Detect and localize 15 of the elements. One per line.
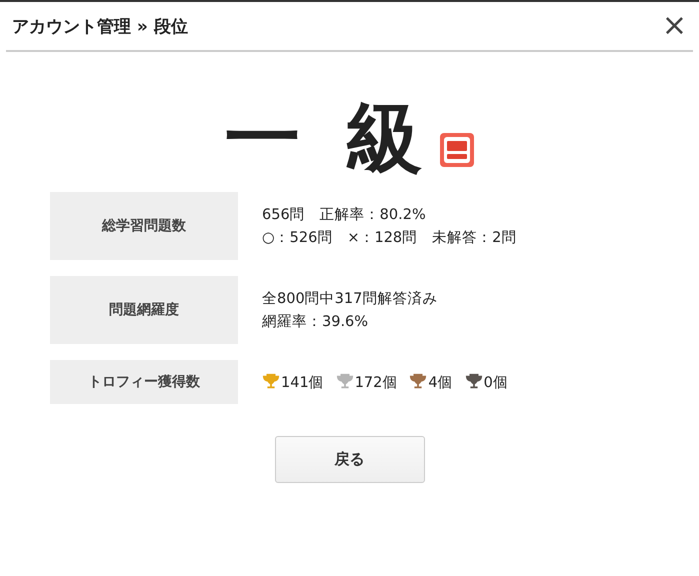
back-button[interactable]: 戻る <box>274 436 424 483</box>
trophy-count: 4個 <box>428 374 453 392</box>
trophy-count: 141個 <box>281 374 324 392</box>
row-label: 問題網羅度 <box>50 276 238 344</box>
stat-text: ○：526問 ×：128問 未解答：2問 <box>262 229 516 247</box>
close-button[interactable]: × <box>656 11 693 41</box>
trophy-count: 0個 <box>484 374 508 392</box>
trophy-count: 172個 <box>354 374 398 392</box>
stat-text: 656問 正解率：80.2% <box>262 206 427 224</box>
stat-text: 網羅率：39.6% <box>262 312 370 331</box>
stat-text: 全800問中317問解答済み <box>262 290 438 308</box>
window-title: アカウント管理 » 段位 <box>12 16 188 38</box>
row-label: トロフィー獲得数 <box>50 360 238 404</box>
row-label: 総学習問題数 <box>50 192 238 260</box>
rank-title: 一 級 <box>224 100 433 176</box>
